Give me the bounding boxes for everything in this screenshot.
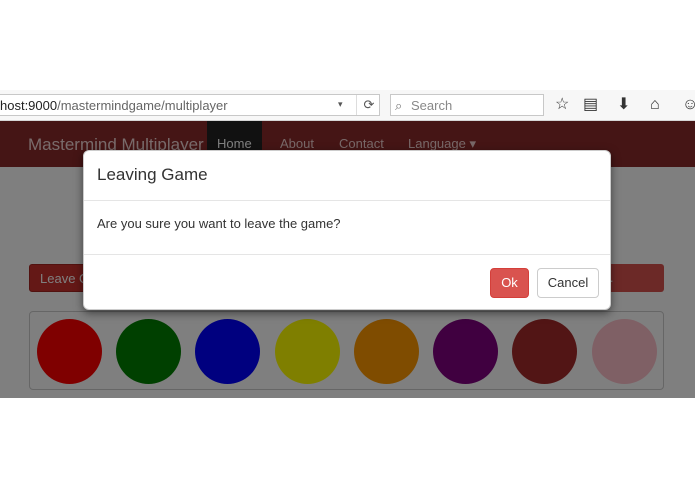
browser-toolbar: host:9000/mastermindgame/multiplayer ▾ ⟳…: [0, 90, 695, 121]
reader-list-icon[interactable]: ▤: [583, 95, 598, 115]
home-icon[interactable]: ⌂: [650, 95, 660, 115]
reload-icon[interactable]: ⟳: [356, 95, 381, 115]
bookmark-star-icon[interactable]: ☆: [555, 95, 569, 115]
url-bar[interactable]: host:9000/mastermindgame/multiplayer ▾ ⟳: [0, 94, 380, 116]
search-input[interactable]: ⌕ Search: [390, 94, 544, 116]
url-dropdown-icon[interactable]: ▾: [338, 99, 343, 110]
url-text: host:9000/mastermindgame/multiplayer: [0, 98, 228, 113]
modal-header: Leaving Game: [84, 151, 610, 201]
cancel-button[interactable]: Cancel: [537, 268, 599, 298]
modal-title: Leaving Game: [97, 165, 208, 184]
download-icon[interactable]: ⬇: [617, 95, 630, 115]
extension-icon[interactable]: ☺: [682, 95, 695, 115]
leave-game-dialog: Leaving Game Are you sure you want to le…: [83, 150, 611, 310]
ok-button[interactable]: Ok: [490, 268, 529, 298]
modal-body-text: Are you sure you want to leave the game?: [97, 216, 341, 231]
modal-footer: Ok Cancel: [84, 254, 610, 311]
url-host: host:9000: [0, 98, 58, 113]
search-placeholder: Search: [411, 98, 453, 113]
url-path: /mastermindgame/multiplayer: [57, 98, 228, 113]
search-icon: ⌕: [395, 98, 403, 113]
